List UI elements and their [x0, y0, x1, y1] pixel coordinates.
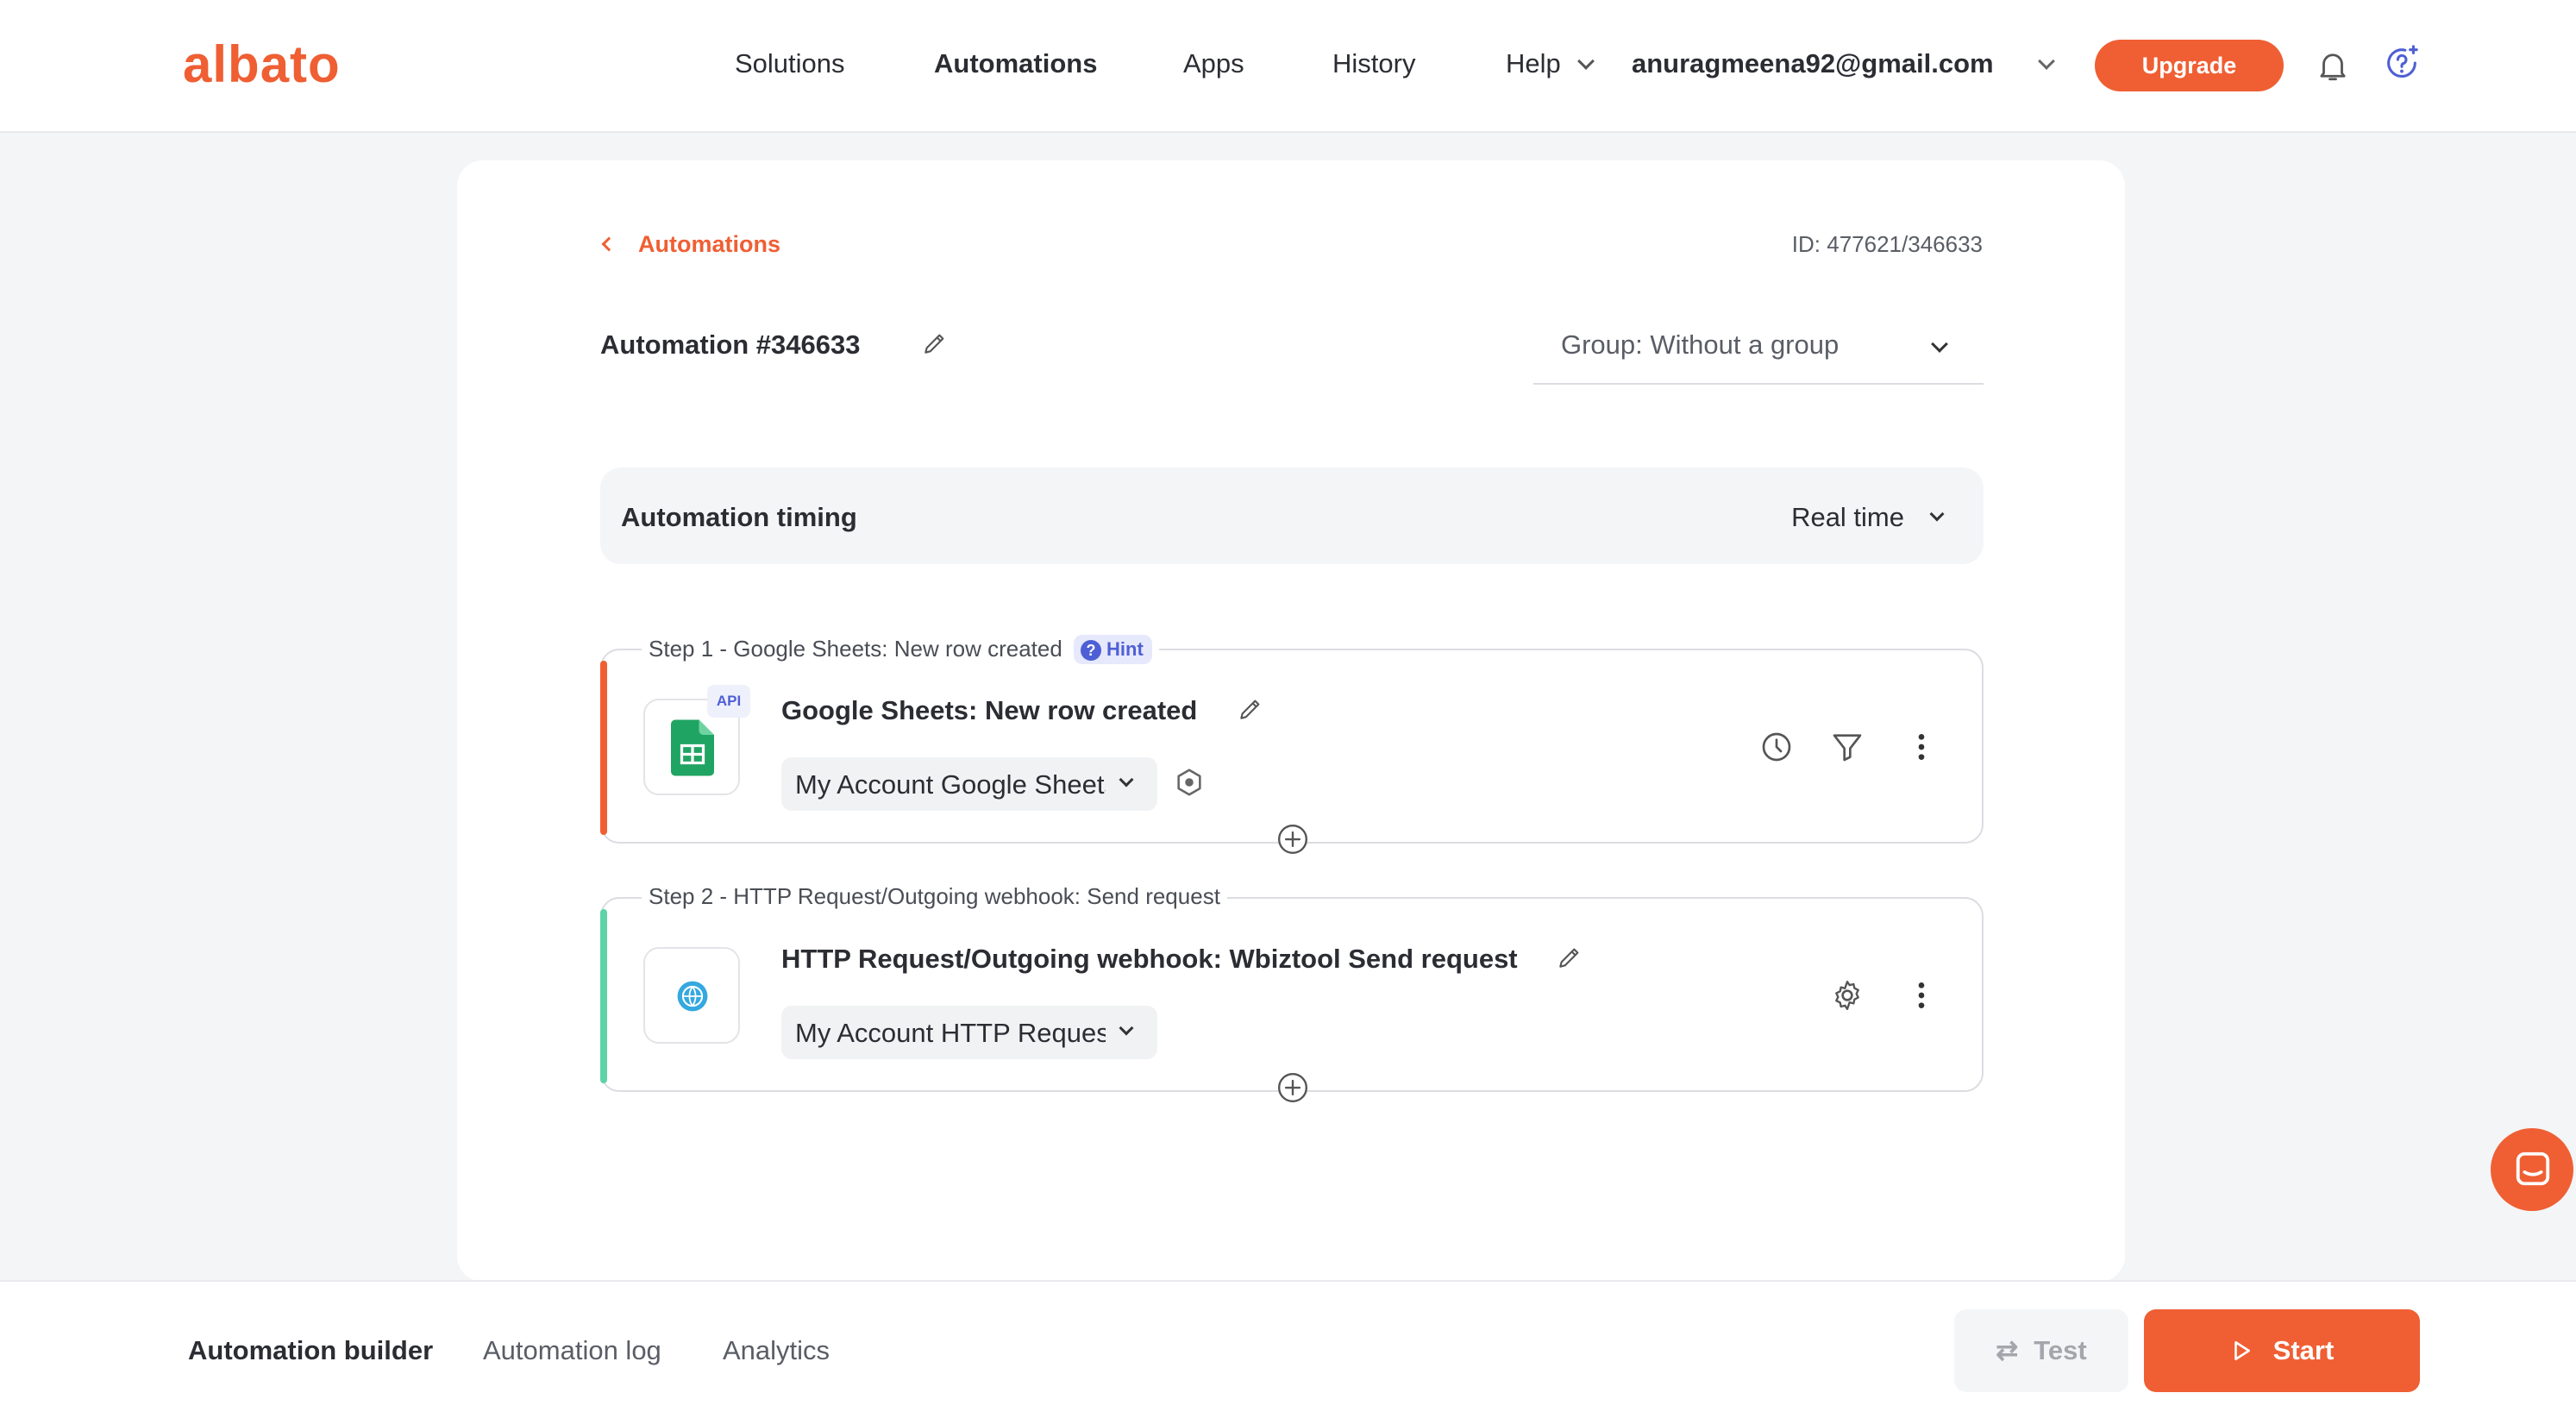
add-step-plus-icon[interactable] [1276, 823, 1309, 856]
user-email[interactable]: anuragmeena92@gmail.com [1632, 48, 1994, 79]
nav-automations[interactable]: Automations [934, 48, 1097, 79]
test-label: Test [2034, 1335, 2087, 1365]
help-sparkle-icon[interactable] [2382, 43, 2422, 83]
add-step-plus-icon[interactable] [1276, 1071, 1309, 1104]
chevron-down-icon[interactable] [2038, 53, 2055, 70]
step-2-card[interactable]: HTTP Request/Outgoing webhook: Wbiztool … [600, 897, 1984, 1103]
step-2-title: HTTP Request/Outgoing webhook: Wbiztool … [781, 944, 1518, 974]
step-1-account-select[interactable]: My Account Google Sheets [781, 757, 1157, 811]
support-chat-button[interactable] [2491, 1128, 2573, 1211]
step-1-caption: Step 1 - Google Sheets: New row created … [642, 635, 1159, 664]
nav-apps[interactable]: Apps [1183, 48, 1244, 79]
edit-pencil-icon[interactable] [1556, 944, 1583, 971]
api-badge: API [707, 685, 750, 718]
tab-analytics[interactable]: Analytics [723, 1335, 830, 1366]
swap-arrows-icon: ⇄ [1996, 1335, 2019, 1365]
automation-timing-label: Automation timing [621, 502, 857, 532]
start-button[interactable]: Start [2144, 1309, 2420, 1392]
more-vertical-icon[interactable] [1904, 730, 1939, 764]
upgrade-button[interactable]: Upgrade [2095, 40, 2284, 91]
more-vertical-icon[interactable] [1904, 978, 1939, 1013]
http-request-app-tile [643, 947, 740, 1044]
automation-timing-panel: Automation timing Real time [600, 467, 1984, 564]
step-1-account-value: My Account Google Sheets [795, 769, 1106, 800]
question-icon: ? [1081, 640, 1102, 661]
step-2-account-select[interactable]: My Account HTTP Request [781, 1006, 1157, 1059]
play-icon [2234, 1340, 2250, 1361]
nav-history[interactable]: History [1332, 48, 1415, 79]
nav-help[interactable]: Help [1506, 48, 1595, 79]
albato-logo[interactable]: albato [183, 35, 341, 94]
step-1-caption-text: Step 1 - Google Sheets: New row created [649, 636, 1062, 662]
group-select-value: Group: Without a group [1561, 329, 1840, 360]
chevron-down-icon [1119, 1020, 1134, 1036]
hexagon-settings-icon[interactable] [1173, 766, 1206, 799]
edit-pencil-icon[interactable] [921, 329, 949, 357]
automation-title: Automation #346633 [600, 329, 861, 360]
edit-pencil-icon[interactable] [1237, 695, 1264, 723]
hint-label: Hint [1106, 638, 1144, 660]
back-to-automations-link[interactable]: Automations [601, 231, 780, 258]
filter-icon[interactable] [1830, 730, 1865, 764]
back-label: Automations [638, 231, 780, 257]
step-2-account-value: My Account HTTP Request [795, 1018, 1106, 1048]
clock-icon[interactable] [1759, 730, 1794, 764]
test-button[interactable]: ⇄ Test [1954, 1309, 2128, 1392]
chevron-down-icon [1119, 772, 1134, 787]
nav-solutions[interactable]: Solutions [735, 48, 845, 79]
chevron-down-icon [1931, 336, 1948, 353]
step-2-accent-bar [600, 909, 607, 1083]
chevron-left-icon [601, 236, 617, 252]
automation-id: ID: 477621/346633 [1791, 231, 1983, 257]
bottom-toolbar: Automation builder Automation log Analyt… [0, 1280, 2576, 1418]
hint-badge[interactable]: ? Hint [1074, 635, 1152, 664]
bell-icon[interactable] [2315, 47, 2351, 85]
step-1-title: Google Sheets: New row created [781, 695, 1198, 725]
start-label: Start [2272, 1335, 2335, 1365]
globe-icon [677, 981, 708, 1012]
google-sheets-app-tile: API [643, 685, 750, 795]
chat-icon [2516, 1151, 2550, 1186]
step-1-card[interactable]: API Google Sheets: New row created My Ac… [600, 649, 1984, 855]
chevron-down-icon[interactable] [1929, 506, 1945, 522]
automation-timing-value[interactable]: Real time [1791, 502, 1904, 533]
chevron-down-icon [1576, 53, 1595, 70]
tab-automation-builder[interactable]: Automation builder [188, 1335, 433, 1366]
nav-help-label: Help [1506, 48, 1561, 78]
step-2-caption: Step 2 - HTTP Request/Outgoing webhook: … [642, 883, 1227, 910]
google-sheets-icon [671, 719, 714, 776]
group-select[interactable]: Group: Without a group [1533, 311, 1984, 385]
step-1-accent-bar [600, 661, 607, 835]
tab-automation-log[interactable]: Automation log [483, 1335, 661, 1366]
gear-icon[interactable] [1830, 978, 1865, 1013]
top-header: albato Solutions Automations Apps Histor… [0, 0, 2576, 133]
